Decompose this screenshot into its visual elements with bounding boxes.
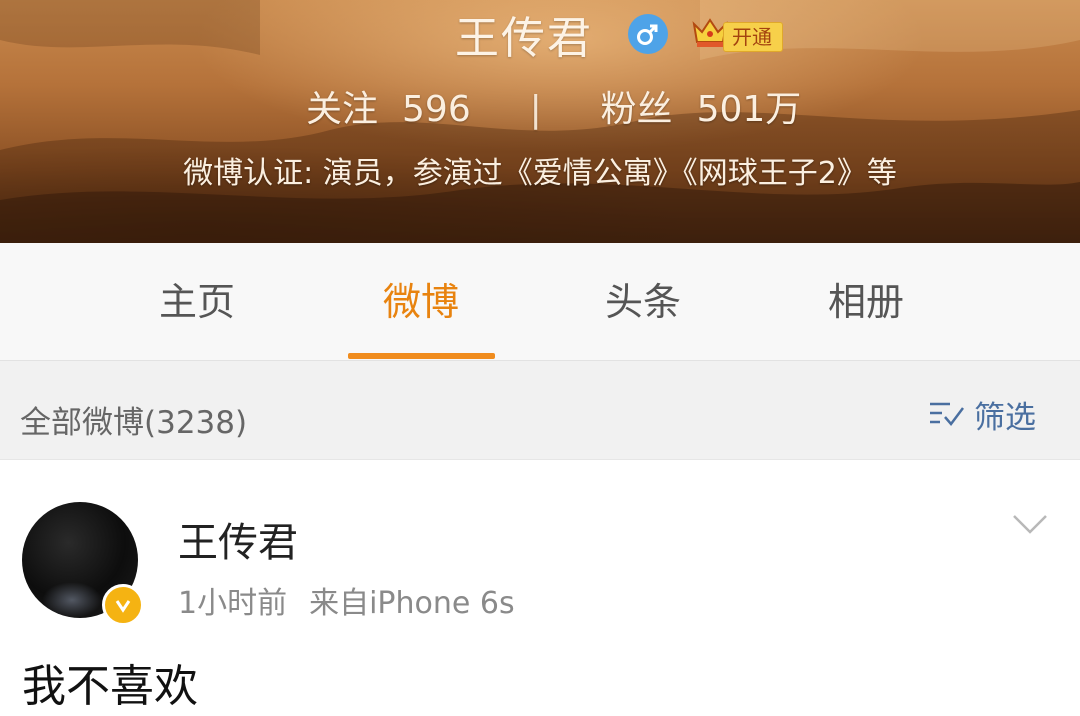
followers-link[interactable]: 粉丝 501万 xyxy=(601,80,802,132)
filter-label: 筛选 xyxy=(974,399,1036,436)
verification-text: 微博认证: 演员，参演过《爱情公寓》《网球王子2》等 xyxy=(183,156,897,191)
profile-banner: 王传君 开通 关注 596 | 粉丝 501万 微博认证: 演员，参演过《爱情公… xyxy=(0,0,1080,243)
profile-name: 王传君 xyxy=(455,13,593,64)
verified-badge-icon xyxy=(102,584,144,626)
filter-button[interactable]: 筛选 xyxy=(928,394,1036,436)
avatar-photo-highlight xyxy=(42,582,102,618)
filter-bar: 全部微博(3238) 筛选 xyxy=(0,361,1080,460)
male-icon xyxy=(628,14,668,54)
tab-headlines[interactable]: 头条 xyxy=(568,277,718,327)
follow-stats: 关注 596 | 粉丝 501万 xyxy=(306,80,801,130)
post-time: 1小时前 xyxy=(178,586,288,621)
vip-open-badge[interactable]: 开通 xyxy=(723,22,783,52)
tab-home[interactable]: 主页 xyxy=(122,277,272,327)
following-count: 596 xyxy=(402,89,471,130)
tab-album[interactable]: 相册 xyxy=(791,277,941,327)
stats-separator: | xyxy=(529,89,542,130)
profile-tabs: 主页 微博 头条 相册 xyxy=(0,243,1080,361)
active-tab-indicator xyxy=(348,353,495,359)
followers-count: 501万 xyxy=(696,89,802,130)
following-link[interactable]: 关注 596 xyxy=(306,80,471,132)
post-author-name[interactable]: 王传君 xyxy=(178,510,298,568)
post-source: 来自iPhone 6s xyxy=(309,586,515,621)
post-card: 王传君 1小时前 来自iPhone 6s 我不喜欢 xyxy=(0,460,1080,716)
all-posts-count[interactable]: 全部微博(3238) xyxy=(20,397,247,442)
weibo-profile-page: 王传君 开通 关注 596 | 粉丝 501万 微博认证: 演员，参演过《爱情公… xyxy=(0,0,1080,716)
post-meta: 1小时前 来自iPhone 6s xyxy=(178,578,515,622)
tab-weibo[interactable]: 微博 xyxy=(346,277,496,327)
filter-icon xyxy=(930,402,964,426)
chevron-down-icon[interactable] xyxy=(1010,510,1050,538)
post-text: 我不喜欢 xyxy=(22,661,198,712)
following-label: 关注 xyxy=(306,89,379,130)
followers-label: 粉丝 xyxy=(600,89,673,130)
